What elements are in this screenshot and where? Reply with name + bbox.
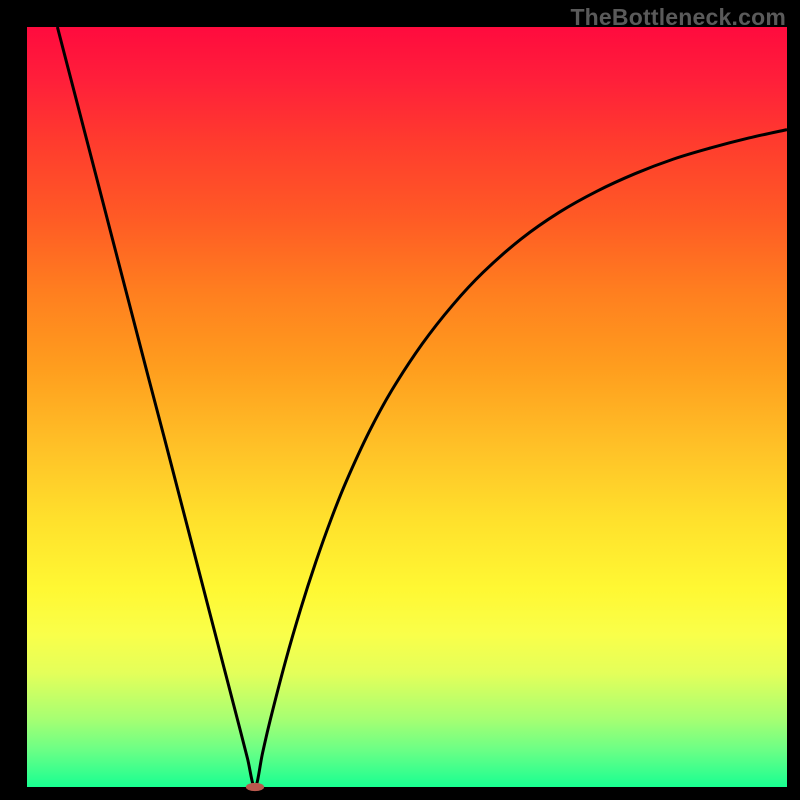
bottleneck-curve [57,27,787,787]
chart-stage: TheBottleneck.com [0,0,800,800]
vertex-marker [246,783,264,791]
curve-layer [0,0,800,800]
